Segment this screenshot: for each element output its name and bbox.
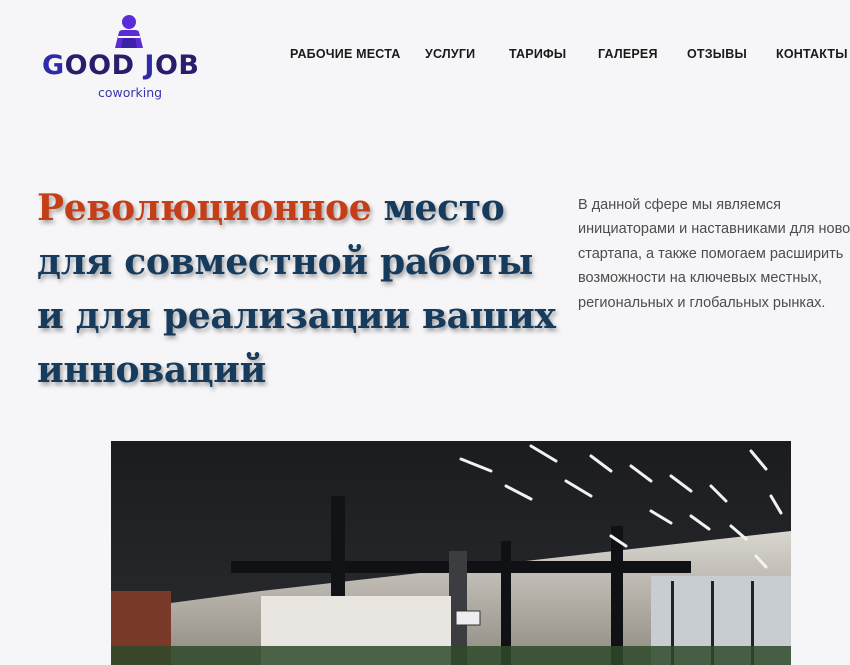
person-laptop-icon bbox=[115, 15, 143, 48]
nav-item-contacts[interactable]: КОНТАКТЫ bbox=[776, 47, 848, 61]
nav-item-reviews[interactable]: ОТЗЫВЫ bbox=[687, 47, 747, 61]
hero-title: Революционное место для совместной работ… bbox=[37, 181, 557, 397]
hero-title-accent: Революционное bbox=[37, 187, 372, 229]
hero-description: В данной сфере мы являемся инициаторами … bbox=[578, 197, 850, 311]
nav-item-tariffs[interactable]: ТАРИФЫ bbox=[509, 47, 566, 61]
nav-item-gallery[interactable]: ГАЛЕРЕЯ bbox=[598, 47, 658, 61]
nav-item-workplaces[interactable]: РАБОЧИЕ МЕСТА bbox=[290, 47, 401, 61]
hero-photo bbox=[111, 441, 791, 665]
main-nav: РАБОЧИЕ МЕСТА УСЛУГИ ТАРИФЫ ГАЛЕРЕЯ ОТЗЫ… bbox=[0, 47, 850, 67]
logo-subtitle: coworking bbox=[98, 85, 163, 100]
coworking-interior-image bbox=[111, 441, 791, 665]
nav-item-services[interactable]: УСЛУГИ bbox=[425, 47, 475, 61]
